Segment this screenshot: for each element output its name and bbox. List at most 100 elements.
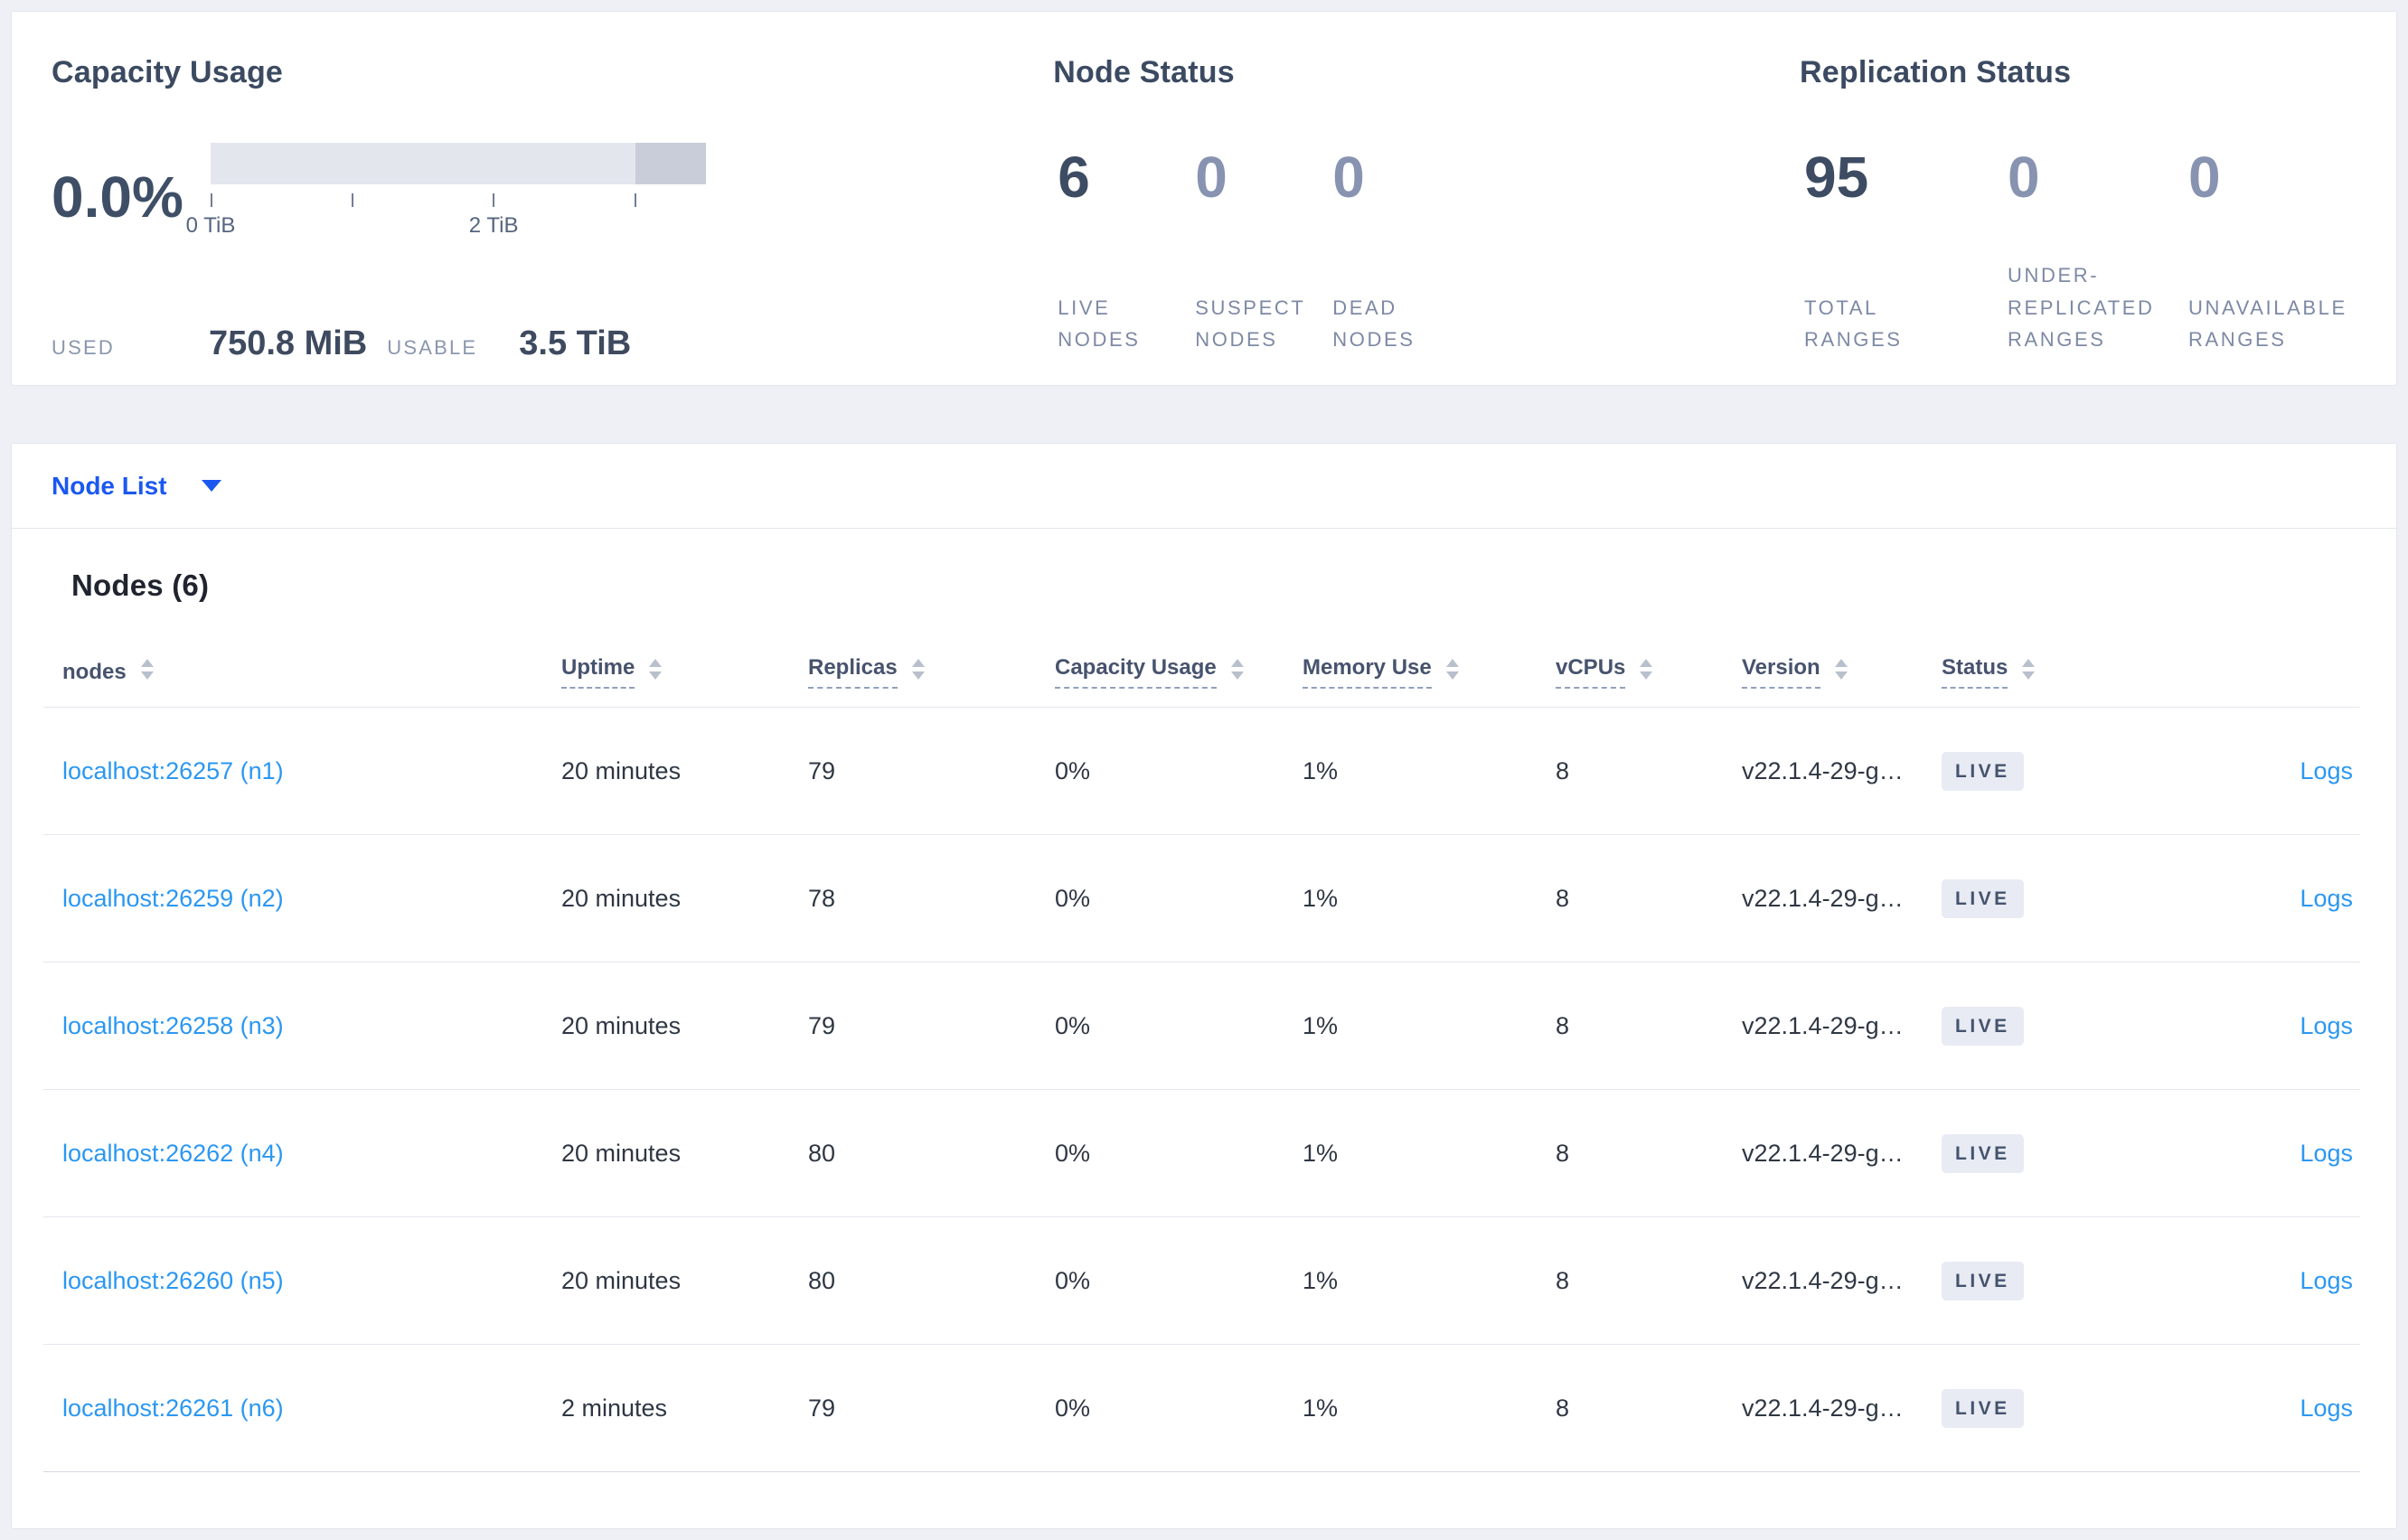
logs-link[interactable]: Logs bbox=[2300, 1012, 2353, 1039]
uptime-cell: 20 minutes bbox=[561, 1266, 682, 1294]
used-value: 750.8 MiB bbox=[208, 324, 368, 362]
status-cell: LIVE bbox=[1942, 1388, 2098, 1428]
vcpus-cell: 8 bbox=[1556, 1139, 1570, 1167]
node-link[interactable]: localhost:26258 (n3) bbox=[62, 1012, 284, 1039]
status-badge: LIVE bbox=[1942, 1261, 2024, 1301]
logs-link[interactable]: Logs bbox=[2300, 1140, 2353, 1167]
column-header-nodes[interactable]: nodes bbox=[43, 659, 561, 685]
status-badge: LIVE bbox=[1942, 878, 2024, 918]
capacity-bar-chart: 0 TiB 2 TiB bbox=[186, 143, 706, 251]
status-cell: LIVE bbox=[1942, 878, 2098, 918]
version-cell: v22.1.4-29-g… bbox=[1742, 1011, 1904, 1039]
replicas-cell: 78 bbox=[808, 884, 836, 912]
column-header-version[interactable]: Version bbox=[1742, 655, 1942, 689]
version-cell: v22.1.4-29-g… bbox=[1742, 1394, 1904, 1422]
status-badge: LIVE bbox=[1942, 1388, 2024, 1428]
version-cell: v22.1.4-29-g… bbox=[1742, 756, 1904, 784]
node-status-metric: 0 SUSPECT NODES bbox=[1190, 148, 1328, 356]
vcpus-cell: 8 bbox=[1556, 1394, 1570, 1422]
sort-icon bbox=[1445, 659, 1459, 680]
column-header-label: vCPUs bbox=[1556, 655, 1626, 689]
logs-link[interactable]: Logs bbox=[2300, 757, 2353, 784]
replication-metric: 95 TOTAL RANGES bbox=[1800, 148, 2003, 356]
sort-icon bbox=[1230, 659, 1244, 680]
logs-link[interactable]: Logs bbox=[2300, 885, 2353, 912]
logs-link[interactable]: Logs bbox=[2300, 1267, 2353, 1294]
column-header-label: Capacity Usage bbox=[1055, 655, 1217, 689]
usable-label: USABLE bbox=[387, 336, 478, 359]
table-header-row: nodes Uptime Replicas Capacity Usage Memory … bbox=[43, 655, 2360, 708]
node-link-cell: localhost:26258 (n3) bbox=[43, 1012, 561, 1040]
table-row: localhost:26262 (n4) 20 minutes 80 0% 1% 8 v22… bbox=[43, 1090, 2360, 1217]
node-status-metric: 6 LIVE NODES bbox=[1053, 148, 1190, 356]
node-status-label: SUSPECT NODES bbox=[1195, 296, 1305, 352]
sort-icon bbox=[140, 659, 154, 680]
column-header-label: Memory Use bbox=[1303, 655, 1432, 689]
node-status-section: Node Status 6 LIVE NODES 0 SUSPECT NODES 0 DE… bbox=[1053, 12, 1800, 385]
replicas-cell: 79 bbox=[808, 1011, 836, 1039]
node-link[interactable]: localhost:26259 (n2) bbox=[62, 885, 284, 912]
replication-value: 0 bbox=[2008, 145, 2040, 210]
status-cell: LIVE bbox=[1942, 1261, 2098, 1301]
uptime-cell: 20 minutes bbox=[561, 1139, 682, 1167]
replication-label: UNAVAILABLE RANGES bbox=[2188, 296, 2347, 352]
column-header-label: Replicas bbox=[808, 655, 898, 689]
node-status-metric: 0 DEAD NODES bbox=[1328, 148, 1465, 356]
memory-cell: 1% bbox=[1303, 756, 1339, 784]
vcpus-cell: 8 bbox=[1556, 1266, 1570, 1294]
column-header-status[interactable]: Status bbox=[1942, 655, 2098, 689]
axis-tick-mark bbox=[634, 193, 636, 207]
column-header-replicas[interactable]: Replicas bbox=[808, 655, 1055, 689]
version-cell: v22.1.4-29-g… bbox=[1742, 884, 1904, 912]
node-link[interactable]: localhost:26261 (n6) bbox=[62, 1394, 284, 1422]
node-status-label: DEAD NODES bbox=[1332, 296, 1416, 352]
table-row: localhost:26261 (n6) 2 minutes 79 0% 1% 8 v22.… bbox=[43, 1345, 2360, 1472]
node-link[interactable]: localhost:26260 (n5) bbox=[62, 1267, 284, 1294]
replication-status-metrics: 95 TOTAL RANGES 0 UNDER-REPLICATED RANGES 0 U… bbox=[1800, 148, 2396, 356]
replication-metric: 0 UNAVAILABLE RANGES bbox=[2184, 148, 2396, 356]
capacity-stats: USED 750.8 MiB USABLE 3.5 TiB bbox=[52, 324, 631, 363]
sort-icon bbox=[649, 659, 663, 680]
logs-link-cell: Logs bbox=[2098, 1267, 2360, 1295]
status-cell: LIVE bbox=[1942, 1133, 2098, 1173]
logs-link-cell: Logs bbox=[2098, 1012, 2360, 1040]
node-link-cell: localhost:26261 (n6) bbox=[43, 1394, 561, 1423]
column-header-label: nodes bbox=[62, 659, 127, 684]
uptime-cell: 20 minutes bbox=[561, 1011, 682, 1039]
uptime-cell: 20 minutes bbox=[561, 884, 682, 912]
column-header-vcpus[interactable]: vCPUs bbox=[1556, 655, 1742, 689]
sort-icon bbox=[1640, 659, 1653, 680]
status-badge: LIVE bbox=[1942, 1133, 2024, 1173]
version-cell: v22.1.4-29-g… bbox=[1742, 1266, 1904, 1294]
replication-status-section: Replication Status 95 TOTAL RANGES 0 UNDER-… bbox=[1800, 12, 2396, 385]
version-cell: v22.1.4-29-g… bbox=[1742, 1139, 1904, 1167]
capacity-usage-title: Capacity Usage bbox=[52, 55, 284, 89]
replication-label: TOTAL RANGES bbox=[1804, 296, 1903, 352]
column-header-label: Uptime bbox=[561, 655, 635, 689]
replication-value: 0 bbox=[2188, 145, 2221, 210]
view-selector-bar[interactable]: Node List bbox=[12, 444, 2396, 529]
column-header-memory-use[interactable]: Memory Use bbox=[1303, 655, 1556, 689]
table-row: localhost:26257 (n1) 20 minutes 79 0% 1% 8 v22… bbox=[43, 708, 2360, 835]
summary-panel: Capacity Usage 0.0% 0 TiB 2 TiB USED 750.… bbox=[11, 11, 2397, 386]
table-row: localhost:26259 (n2) 20 minutes 78 0% 1% 8 v22… bbox=[43, 835, 2360, 963]
node-link-cell: localhost:26257 (n1) bbox=[43, 757, 561, 785]
capacity-bar-axis: 0 TiB 2 TiB bbox=[186, 143, 706, 251]
node-status-value: 6 bbox=[1058, 145, 1090, 210]
replicas-cell: 80 bbox=[808, 1266, 836, 1294]
replication-label: UNDER-REPLICATED RANGES bbox=[2008, 264, 2155, 352]
column-header-capacity-usage[interactable]: Capacity Usage bbox=[1055, 655, 1303, 689]
node-list-dropdown[interactable]: Node List bbox=[52, 472, 167, 501]
node-link[interactable]: localhost:26257 (n1) bbox=[62, 757, 284, 784]
chevron-down-icon bbox=[201, 480, 221, 492]
sort-icon bbox=[1834, 659, 1848, 680]
node-link[interactable]: localhost:26262 (n4) bbox=[62, 1140, 284, 1167]
capacity-gauge: 0.0% 0 TiB 2 TiB bbox=[52, 143, 1053, 251]
node-status-label: LIVE NODES bbox=[1058, 296, 1141, 352]
vcpus-cell: 8 bbox=[1556, 884, 1570, 912]
logs-link[interactable]: Logs bbox=[2300, 1394, 2353, 1422]
memory-cell: 1% bbox=[1303, 1394, 1339, 1422]
column-header-uptime[interactable]: Uptime bbox=[561, 655, 808, 689]
cluster-overview-page: Capacity Usage 0.0% 0 TiB 2 TiB USED 750.… bbox=[0, 0, 2408, 1540]
node-link-cell: localhost:26262 (n4) bbox=[43, 1140, 561, 1168]
